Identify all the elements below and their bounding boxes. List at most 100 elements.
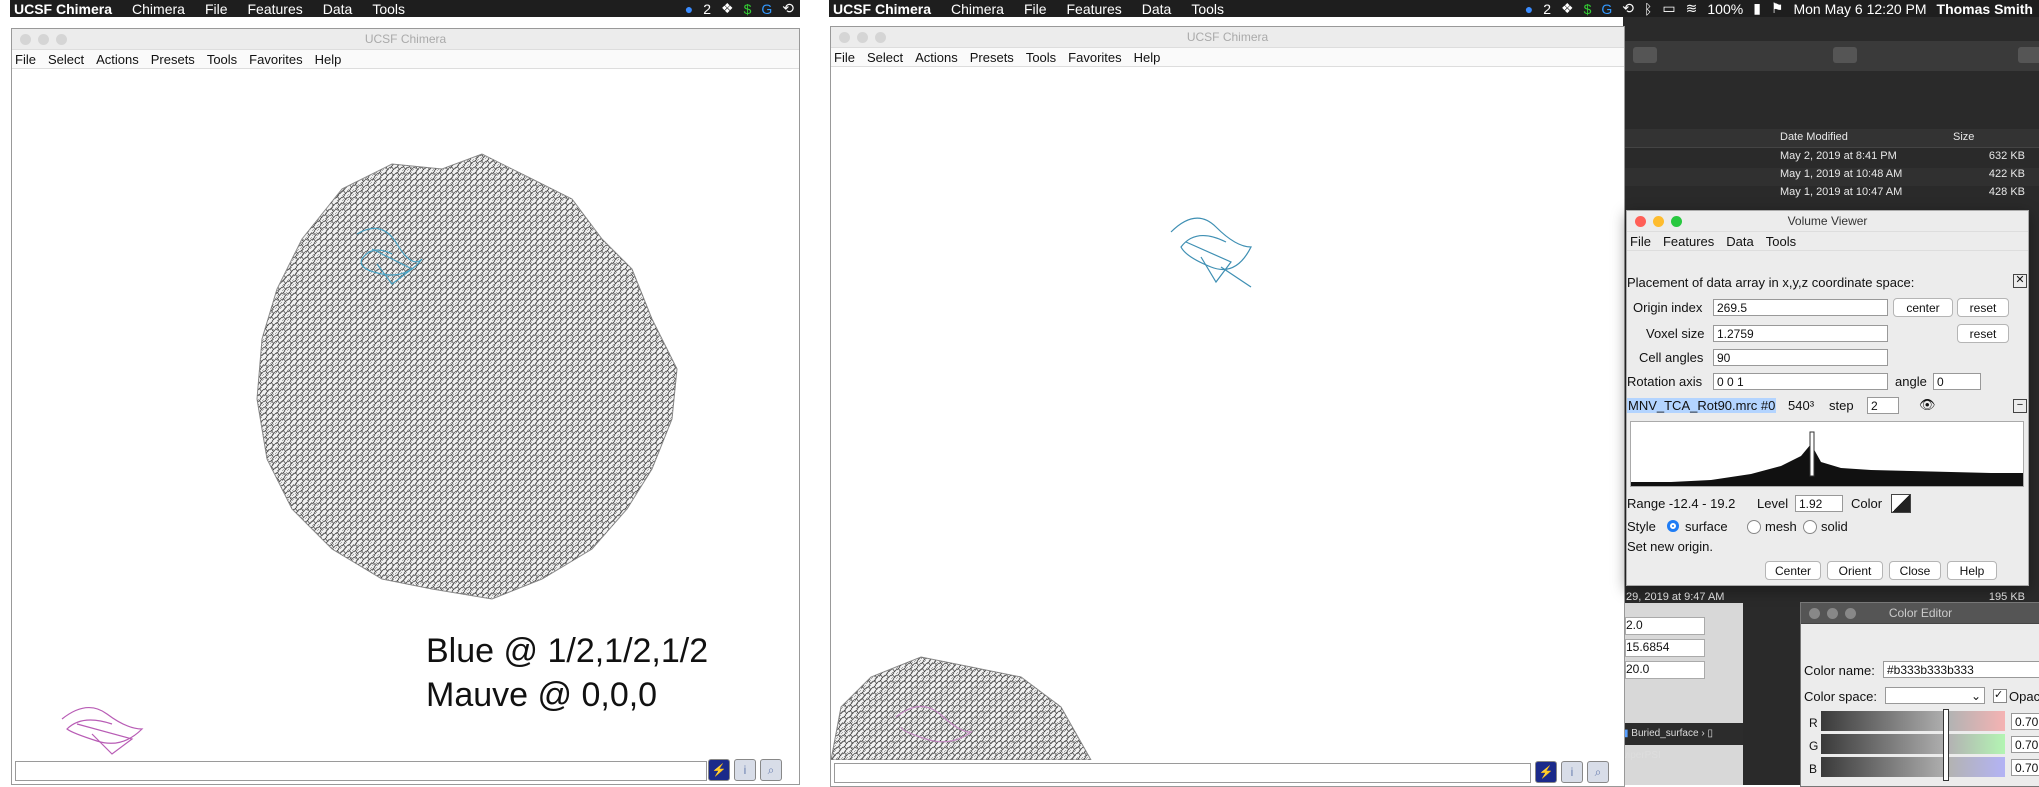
minimize-icon[interactable] <box>1653 216 1664 227</box>
angle-input[interactable]: 0 <box>1933 373 1981 390</box>
solid-radio[interactable] <box>1803 520 1817 534</box>
menu-features[interactable]: Features <box>1067 1 1122 17</box>
display-icon[interactable]: ▭ <box>1662 0 1675 17</box>
app-menu[interactable]: UCSF Chimera <box>833 1 931 17</box>
voxel-size-input[interactable]: 1.2759 <box>1713 325 1888 342</box>
step-select[interactable]: 2 <box>1867 397 1899 414</box>
money-icon[interactable]: $ <box>1584 1 1592 17</box>
close-icon[interactable] <box>1635 216 1646 227</box>
path-item[interactable]: Buried_surface <box>1631 728 1698 739</box>
column-date[interactable]: Date Modified <box>1780 131 1848 143</box>
flag-icon[interactable]: ⚑ <box>1771 0 1784 17</box>
dropbox-icon[interactable]: ❖ <box>721 0 734 17</box>
center-button[interactable]: center <box>1893 298 1953 317</box>
menu-presets[interactable]: Presets <box>970 50 1014 65</box>
menu-actions[interactable]: Actions <box>915 50 958 65</box>
view-icon[interactable] <box>1633 47 1657 63</box>
menu-data[interactable]: Data <box>1726 234 1753 249</box>
file-row[interactable]: May 1, 2019 at 10:47 AM 428 KB <box>1623 186 2039 204</box>
close-icon[interactable] <box>839 32 850 43</box>
color-space-select[interactable]: ⌄ <box>1885 687 1985 704</box>
command-line-input[interactable] <box>834 763 1531 783</box>
zoom-icon[interactable] <box>875 32 886 43</box>
app-menu[interactable]: UCSF Chimera <box>14 1 112 17</box>
menu-help[interactable]: Help <box>315 52 342 67</box>
value-field[interactable]: 20.0 <box>1625 661 1705 679</box>
minimize-icon[interactable] <box>38 34 49 45</box>
menu-tools[interactable]: Tools <box>1766 234 1796 249</box>
origin-index-input[interactable]: 269.5 <box>1713 299 1888 316</box>
level-marker[interactable] <box>1809 431 1815 477</box>
dataset-name[interactable]: MNV_TCA_Rot90.mrc #0 <box>1627 398 1777 413</box>
menu-data[interactable]: Data <box>323 1 353 17</box>
mesh-radio[interactable] <box>1747 520 1761 534</box>
level-input[interactable]: 1.92 <box>1795 495 1843 512</box>
file-row[interactable]: May 1, 2019 at 10:48 AM 422 KB <box>1623 168 2039 186</box>
color-swatch[interactable] <box>1891 494 1911 513</box>
lightning-icon[interactable]: ⚡ <box>708 759 730 781</box>
sync-icon[interactable]: G <box>761 1 772 17</box>
color-name-input[interactable]: #b333b333b333 <box>1883 661 2039 678</box>
menu-tools[interactable]: Tools <box>372 1 405 17</box>
lightning-icon[interactable]: ⚡ <box>1535 761 1557 783</box>
surface-radio[interactable] <box>1667 520 1679 532</box>
bluetooth-icon[interactable]: ᛒ <box>1644 1 1652 17</box>
rotation-axis-input[interactable]: 0 0 1 <box>1713 373 1888 390</box>
magnify-icon[interactable]: ⌕ <box>760 759 782 781</box>
menu-features[interactable]: Features <box>248 1 303 17</box>
notification-icon[interactable]: ● <box>685 1 693 17</box>
minimize-icon[interactable] <box>1827 608 1838 619</box>
menu-tools[interactable]: Tools <box>1191 1 1224 17</box>
green-value[interactable]: 0.70 <box>2011 736 2039 753</box>
orient-button[interactable]: Orient <box>1827 561 1883 580</box>
zoom-icon[interactable] <box>56 34 67 45</box>
column-size[interactable]: Size <box>1953 131 1974 143</box>
user-name[interactable]: Thomas Smith <box>1937 1 2033 17</box>
share-icon[interactable] <box>2018 47 2039 63</box>
menu-features[interactable]: Features <box>1663 234 1714 249</box>
menu-actions[interactable]: Actions <box>96 52 139 67</box>
collapse-icon[interactable]: − <box>2013 399 2027 413</box>
menu-file[interactable]: File <box>15 52 36 67</box>
sync-icon[interactable]: G <box>1601 1 1612 17</box>
window-titlebar[interactable]: UCSF Chimera <box>12 29 799 50</box>
window-titlebar[interactable]: UCSF Chimera <box>831 27 1624 48</box>
graphics-viewport[interactable] <box>831 67 1624 760</box>
slider-handle[interactable] <box>1943 709 1949 781</box>
menu-chimera[interactable]: Chimera <box>132 1 185 17</box>
red-value[interactable]: 0.70 <box>2011 713 2039 730</box>
menu-favorites[interactable]: Favorites <box>1068 50 1121 65</box>
menu-select[interactable]: Select <box>48 52 84 67</box>
window-titlebar[interactable]: Volume Viewer <box>1627 211 2028 232</box>
menu-tools[interactable]: Tools <box>1026 50 1056 65</box>
command-line-input[interactable] <box>15 761 707 781</box>
red-slider[interactable] <box>1821 711 2005 731</box>
value-field[interactable]: 2.0 <box>1625 617 1705 635</box>
wifi-icon[interactable]: ≋ <box>1686 0 1698 17</box>
close-panel-icon[interactable]: ✕ <box>2013 274 2027 288</box>
close-button[interactable]: Close <box>1889 561 1941 580</box>
time-machine-icon[interactable]: ⟲ <box>782 0 794 17</box>
menu-presets[interactable]: Presets <box>151 52 195 67</box>
battery-icon[interactable]: ▮ <box>1753 0 1761 17</box>
menu-file[interactable]: File <box>1630 234 1651 249</box>
value-field[interactable]: 15.6854 <box>1625 639 1705 657</box>
menu-chimera[interactable]: Chimera <box>951 1 1004 17</box>
menu-data[interactable]: Data <box>1142 1 1172 17</box>
path-item[interactable]: viperPSI <box>1623 750 1661 761</box>
file-row[interactable]: May 2, 2019 at 8:41 PM 632 KB <box>1623 150 2039 168</box>
blue-slider[interactable] <box>1821 757 2005 777</box>
info-icon[interactable]: i <box>1561 761 1583 783</box>
dropbox-icon[interactable]: ❖ <box>1561 0 1574 17</box>
center-view-button[interactable]: Center <box>1765 561 1821 580</box>
close-icon[interactable] <box>20 34 31 45</box>
zoom-icon[interactable] <box>1845 608 1856 619</box>
money-icon[interactable]: $ <box>744 1 752 17</box>
window-titlebar[interactable]: Color Editor <box>1801 603 2039 624</box>
notification-icon[interactable]: ● <box>1525 1 1533 17</box>
menu-tools[interactable]: Tools <box>207 52 237 67</box>
blue-value[interactable]: 0.70 <box>2011 759 2039 776</box>
magnify-icon[interactable]: ⌕ <box>1587 761 1609 783</box>
menu-select[interactable]: Select <box>867 50 903 65</box>
minimize-icon[interactable] <box>857 32 868 43</box>
